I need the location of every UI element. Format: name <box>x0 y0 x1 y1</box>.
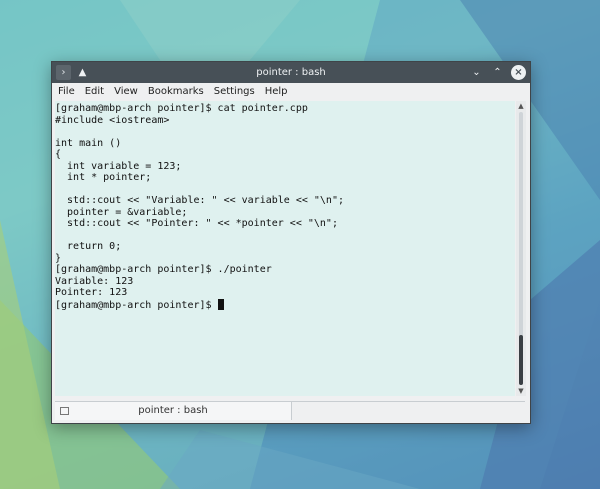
menu-settings[interactable]: Settings <box>214 86 255 97</box>
terminal-line: { <box>55 149 62 160</box>
window-titlebar[interactable]: › ▲ pointer : bash ⌄ ⌃ × <box>52 62 530 83</box>
tab-label: pointer : bash <box>138 405 208 416</box>
terminal-line: [graham@mbp-arch pointer]$ cat pointer.c… <box>55 103 308 114</box>
terminal-line: std::cout << "Variable: " << variable <<… <box>55 195 344 206</box>
window-title: pointer : bash <box>256 67 326 78</box>
text-cursor <box>217 298 224 310</box>
terminal-prompt: [graham@mbp-arch pointer]$ <box>55 299 218 311</box>
menu-help[interactable]: Help <box>265 86 288 97</box>
terminal-line: Pointer: 123 <box>55 287 128 298</box>
terminal-line: Variable: 123 <box>55 275 134 287</box>
menu-edit[interactable]: Edit <box>85 86 104 97</box>
menu-bookmarks[interactable]: Bookmarks <box>148 86 204 97</box>
terminal-line: std::cout << "Pointer: " << *pointer << … <box>55 218 338 229</box>
terminal-line: int * pointer; <box>55 172 152 183</box>
tab-pointer-bash[interactable]: pointer : bash <box>55 402 292 420</box>
scrollbar-thumb[interactable] <box>519 335 523 385</box>
terminal-line: int main () <box>55 137 122 149</box>
minimize-chevron-down-icon[interactable]: ⌄ <box>469 65 484 80</box>
close-icon[interactable]: × <box>511 65 526 80</box>
terminal-line: #include <iostream> <box>55 114 170 126</box>
terminal-line: return 0; <box>55 241 122 252</box>
menubar: File Edit View Bookmarks Settings Help <box>52 83 530 100</box>
terminal-line: } <box>55 252 62 264</box>
terminal-window: › ▲ pointer : bash ⌄ ⌃ × File Edit View … <box>51 61 531 424</box>
menu-file[interactable]: File <box>58 86 75 97</box>
scroll-down-arrow-icon[interactable]: ▼ <box>516 386 526 396</box>
scroll-up-arrow-icon[interactable]: ▲ <box>516 101 526 111</box>
maximize-chevron-up-icon[interactable]: ⌃ <box>490 65 505 80</box>
terminal-line: pointer = &variable; <box>55 206 188 218</box>
terminal-line: int variable = 123; <box>55 160 182 172</box>
tab-bar: pointer : bash <box>55 401 525 420</box>
menu-view[interactable]: View <box>114 86 138 97</box>
terminal-output[interactable]: [graham@mbp-arch pointer]$ cat pointer.c… <box>55 101 515 396</box>
scrollbar[interactable]: ▲ ▼ <box>516 101 526 396</box>
terminal-line: [graham@mbp-arch pointer]$ ./pointer <box>55 264 272 275</box>
